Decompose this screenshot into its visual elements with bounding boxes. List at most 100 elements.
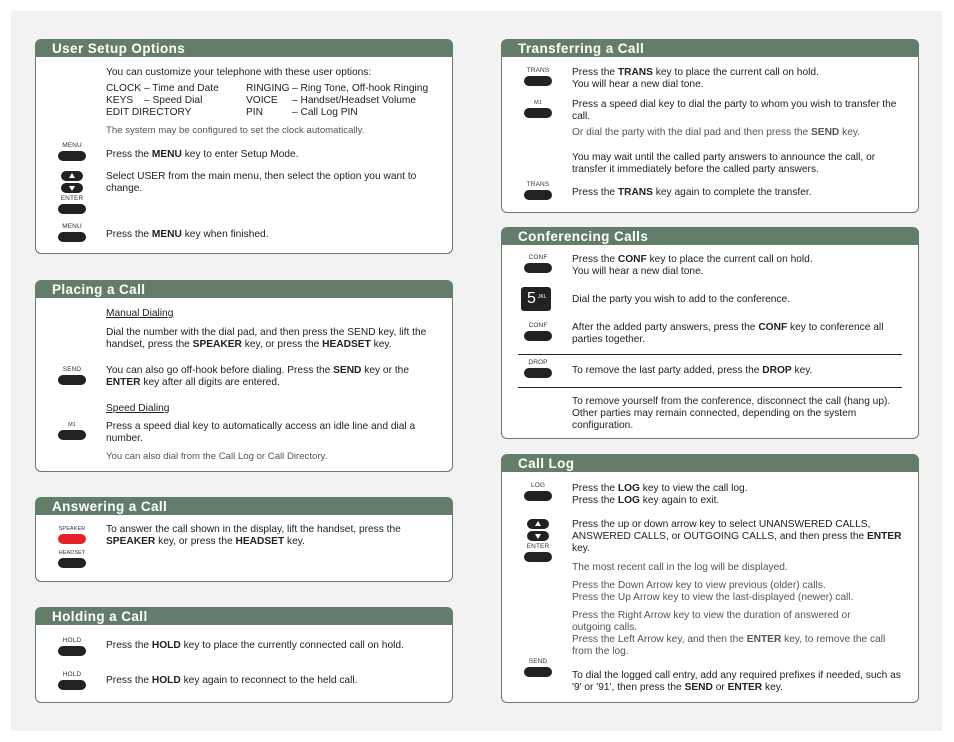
key-label: DROP <box>528 359 548 366</box>
key-label: HOLD <box>62 637 82 644</box>
speaker-key[interactable]: SPEAKER <box>58 525 86 544</box>
key-label: TRANS <box>526 67 550 74</box>
menu-button-icon <box>58 151 86 161</box>
headset-button-icon <box>58 558 86 568</box>
key-label: CONF <box>528 322 548 329</box>
conf-button-icon <box>524 263 552 273</box>
conf-step-text: Dial the party you wish to add to the co… <box>572 294 791 305</box>
option-name: RINGING <box>246 83 290 94</box>
transfer-step-text: You may wait until the called party answ… <box>572 152 876 175</box>
option-desc: – Speed Dial <box>144 95 203 106</box>
option-name: VOICE <box>246 95 278 106</box>
menu-key[interactable]: MENU <box>58 223 86 242</box>
enter-button-icon <box>58 204 86 214</box>
hold-button-icon <box>58 680 86 690</box>
m1-key[interactable]: M1 <box>58 421 86 440</box>
speaker-button-icon <box>58 534 86 544</box>
key-label: ENTER <box>526 543 550 550</box>
log-note: The most recent call in the log will be … <box>572 562 788 573</box>
dialpad-5-key[interactable]: 5 JKL <box>521 287 551 311</box>
hold-step-text: Press the HOLD key again to reconnect to… <box>106 675 358 686</box>
step-text: Press the MENU key when finished. <box>106 229 269 240</box>
key-label: MENU <box>62 142 82 149</box>
panel-user-setup: User Setup Options You can customize you… <box>35 39 453 254</box>
key-label: CONF <box>528 254 548 261</box>
log-key[interactable]: LOG <box>524 482 552 501</box>
panel-title: Call Log <box>502 455 918 472</box>
panel-title: Placing a Call <box>36 281 452 298</box>
option-name: CLOCK <box>106 83 142 94</box>
trans-key[interactable]: TRANS <box>524 67 552 86</box>
panel-call-log: Call Log LOG Press the LOG key to view t… <box>501 454 919 703</box>
intro-text: You can customize your telephone with th… <box>106 67 372 78</box>
log-step-text: Press the up or down arrow key to select… <box>572 519 902 554</box>
key-label: M1 <box>534 100 542 106</box>
offhook-text: You can also go off-hook before dialing.… <box>106 365 409 388</box>
hold-button-icon <box>58 646 86 656</box>
panel-answering-call: Answering a Call SPEAKER HEADSET To answ… <box>35 497 453 582</box>
hold-key[interactable]: HOLD <box>58 671 86 690</box>
subheading-speed-dialing: Speed Dialing <box>106 403 170 414</box>
send-key[interactable]: SEND <box>524 658 552 677</box>
log-note: Press the Right Arrow key to view the du… <box>572 610 851 633</box>
m1-key[interactable]: M1 <box>524 99 552 118</box>
conf-key[interactable]: CONF <box>524 322 552 341</box>
panel-conferencing-calls: Conferencing Calls CONF Press the CONF k… <box>501 227 919 439</box>
arrow-enter-keys[interactable]: ENTER <box>524 519 552 562</box>
up-arrow-icon[interactable] <box>527 519 549 529</box>
send-button-icon <box>524 667 552 677</box>
options-table: CLOCK – Time and Date RINGING – Ring Ton… <box>106 83 428 119</box>
key-label: TRANS <box>526 181 550 188</box>
speed-dial-button-icon <box>58 430 86 440</box>
transfer-step-text: Press a speed dial key to dial the party… <box>572 99 897 122</box>
conf-step-text: Press the CONF key to place the current … <box>572 254 813 277</box>
panel-title: Holding a Call <box>36 608 452 625</box>
key-label: ENTER <box>60 195 84 202</box>
menu-key[interactable]: MENU <box>58 142 86 161</box>
enter-button-icon <box>524 552 552 562</box>
hold-step-text: Press the HOLD key to place the currentl… <box>106 640 404 651</box>
subheading-manual-dialing: Manual Dialing <box>106 308 174 319</box>
key-label: M1 <box>68 422 76 428</box>
down-arrow-icon[interactable] <box>61 183 83 193</box>
panel-title: Answering a Call <box>36 498 452 515</box>
digit-label: 5 <box>527 290 536 307</box>
transfer-step-text: Press the TRANS key to place the current… <box>572 67 819 90</box>
trans-key[interactable]: TRANS <box>524 181 552 200</box>
arrow-enter-keys[interactable]: ENTER <box>58 171 86 214</box>
drop-key[interactable]: DROP <box>524 359 552 378</box>
conf-key[interactable]: CONF <box>524 254 552 273</box>
log-note: Press the Up Arrow key to view the last-… <box>572 592 854 603</box>
up-arrow-icon[interactable] <box>61 171 83 181</box>
transfer-step-text: Press the TRANS key again to complete th… <box>572 187 812 198</box>
divider <box>518 354 902 355</box>
digit-letters: JKL <box>538 294 547 300</box>
key-label: SEND <box>62 366 82 373</box>
down-arrow-icon[interactable] <box>527 531 549 541</box>
log-note: Press the Down Arrow key to view previou… <box>572 580 826 591</box>
option-row: KEYS – Speed Dial VOICE – Handset/Headse… <box>106 95 428 107</box>
drop-button-icon <box>524 368 552 378</box>
panel-title: User Setup Options <box>36 40 452 57</box>
panel-title: Transferring a Call <box>502 40 918 57</box>
option-desc: – Call Log PIN <box>292 107 358 118</box>
panel-holding-call: Holding a Call HOLD Press the HOLD key t… <box>35 607 453 703</box>
key-label: HOLD <box>62 671 82 678</box>
option-name: EDIT DIRECTORY <box>106 107 192 118</box>
speed-dial-button-icon <box>524 108 552 118</box>
hold-key[interactable]: HOLD <box>58 637 86 656</box>
manual-dialing-text: Dial the number with the dial pad, and t… <box>106 327 427 350</box>
option-desc: – Handset/Headset Volume <box>292 95 417 106</box>
key-label: LOG <box>530 482 546 489</box>
trans-button-icon <box>524 190 552 200</box>
conf-step-text: After the added party answers, press the… <box>572 322 884 345</box>
log-note: Press the Left Arrow key, and then the E… <box>572 634 886 657</box>
send-key[interactable]: SEND <box>58 366 86 385</box>
option-row: CLOCK – Time and Date RINGING – Ring Ton… <box>106 83 428 95</box>
key-label: HEADSET <box>58 550 86 556</box>
option-name: KEYS <box>106 95 134 106</box>
transfer-note: Or dial the party with the dial pad and … <box>572 127 861 138</box>
headset-key[interactable]: HEADSET <box>58 549 86 568</box>
divider <box>518 387 902 388</box>
note-text: The system may be configured to set the … <box>106 125 365 136</box>
